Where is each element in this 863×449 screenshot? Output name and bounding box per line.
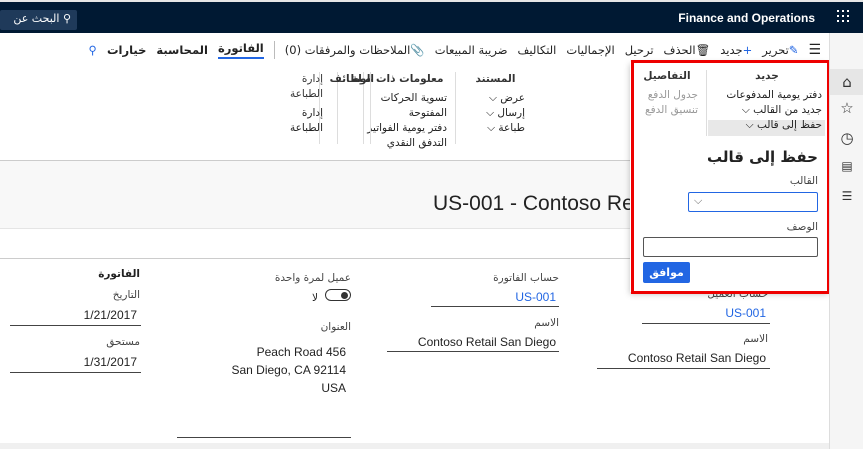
notes-button[interactable]: 📎الملاحظات والمرفقات (0) <box>285 43 425 57</box>
invoice-account-field[interactable]: US-001 <box>515 290 556 304</box>
new-button[interactable]: +جديد <box>720 43 752 57</box>
group-print-management: إدارة الطباعة إدارة الطباعة <box>263 72 323 144</box>
tab-options[interactable]: خيارات <box>107 43 146 57</box>
customer-account-field[interactable]: US-001 <box>725 306 766 320</box>
workspace-icon[interactable]: ▤ <box>839 159 855 173</box>
date-field[interactable]: 1/21/2017 <box>84 308 137 322</box>
address-label: العنوان <box>320 321 351 333</box>
ribbon-flyout: جديد دفتر يومية المدفوعات جديد من القالب… <box>630 62 828 292</box>
ribbon-item[interactable]: عرض ⌵ <box>466 91 525 106</box>
chevron-down-icon: ⌵ <box>694 194 703 207</box>
tab-accounting[interactable]: المحاسبة <box>156 43 208 57</box>
address-line: USA <box>321 381 346 395</box>
ribbon-item[interactable]: جديد من القالب ⌵ <box>712 103 822 118</box>
address-line: Peach Road 456 <box>256 345 346 359</box>
pencil-icon: ✎ <box>788 43 799 57</box>
invoice-section-title: الفاتورة <box>98 268 140 280</box>
ribbon-item[interactable]: طباعة ⌵ <box>466 121 525 136</box>
template-dropdown[interactable]: ⌵ <box>688 192 818 212</box>
group-title: إدارة الطباعة <box>290 73 323 100</box>
tab-invoice[interactable]: الفاتورة <box>217 41 264 59</box>
app-title: Finance and Operations <box>678 11 815 25</box>
navigation-rail: ⌂ ☆ ◷ ▤ ☰ <box>829 33 863 449</box>
search-icon[interactable]: ⚲ <box>89 43 97 57</box>
group-title: المستند <box>475 73 516 85</box>
group-document: المستند عرض ⌵ إرسال ⌵ طباعة ⌵ <box>455 72 525 144</box>
action-pane: ☰ ✎تحرير +جديد 🗑الحذف ترحيل الإجماليات ا… <box>0 35 829 65</box>
customer-name-field[interactable]: Contoso Retail San Diego <box>628 351 766 365</box>
ribbon-item[interactable]: إدارة الطباعة <box>273 106 323 136</box>
ribbon-item: تنسيق الدفع <box>645 104 698 116</box>
save-to-template-button[interactable]: حفظ إلى قالب ⌵ <box>712 118 822 133</box>
group-details: التفاصيل جدول الدفع تنسيق الدفع <box>636 69 698 141</box>
divider <box>273 41 275 59</box>
description-label: الوصف <box>786 221 818 233</box>
description-input[interactable] <box>643 237 818 257</box>
star-icon[interactable]: ☆ <box>839 99 855 117</box>
one-time-toggle[interactable] <box>325 289 351 301</box>
ribbon-item[interactable]: إرسال ⌵ <box>466 106 525 121</box>
due-label: مستحق <box>106 336 140 348</box>
edit-button[interactable]: ✎تحرير <box>762 43 798 57</box>
plus-icon: + <box>742 43 753 57</box>
search-button[interactable]: ⚲ البحث عن <box>0 10 77 30</box>
totals-button[interactable]: الإجماليات <box>566 43 614 57</box>
invoice-account-label: حساب الفاتورة <box>493 272 559 284</box>
invoice-name-label: الاسم <box>534 317 559 329</box>
invoice-name-field[interactable]: Contoso Retail San Diego <box>418 335 556 349</box>
group-title: التفاصيل <box>643 70 691 82</box>
sales-tax-button[interactable]: ضريبة المبيعات <box>435 43 508 57</box>
save-to-template-dialog: حفظ إلى قالب القالب ⌵ الوصف موافق <box>630 138 828 292</box>
ok-button[interactable]: موافق <box>643 262 690 283</box>
one-time-value: لا <box>312 292 318 304</box>
address-line: San Diego, CA 92114 <box>231 363 346 377</box>
clock-icon[interactable]: ◷ <box>839 129 855 147</box>
list-icon[interactable]: ☰ <box>839 189 855 203</box>
home-icon[interactable]: ⌂ <box>830 69 863 95</box>
group-new: جديد دفتر يومية المدفوعات جديد من القالب… <box>712 69 822 141</box>
paperclip-icon: 📎 <box>410 43 425 57</box>
charges-button[interactable]: التكاليف <box>517 43 556 57</box>
dialog-title: حفظ إلى قالب <box>706 148 818 166</box>
one-time-label: عميل لمرة واحدة <box>274 272 351 284</box>
ribbon-item[interactable]: دفتر يومية المدفوعات <box>712 88 822 103</box>
search-icon: ⚲ <box>62 12 71 25</box>
top-bar: Finance and Operations ⚲ البحث عن <box>0 0 863 33</box>
app-launcher-icon[interactable] <box>837 10 849 22</box>
hamburger-icon[interactable]: ☰ <box>808 42 821 58</box>
group-title: جديد <box>755 70 779 82</box>
search-label: البحث عن <box>13 12 60 25</box>
post-button[interactable]: ترحيل <box>625 43 654 57</box>
ribbon-item: جدول الدفع <box>647 89 698 101</box>
template-label: القالب <box>789 175 818 187</box>
delete-button[interactable]: 🗑الحذف <box>664 43 711 57</box>
trash-icon: 🗑 <box>695 43 711 57</box>
customer-name-label: الاسم <box>743 333 768 345</box>
page-title: US-001 - Contoso Re <box>433 192 634 215</box>
date-label: التاريخ <box>112 289 140 301</box>
due-field[interactable]: 1/31/2017 <box>84 355 137 369</box>
